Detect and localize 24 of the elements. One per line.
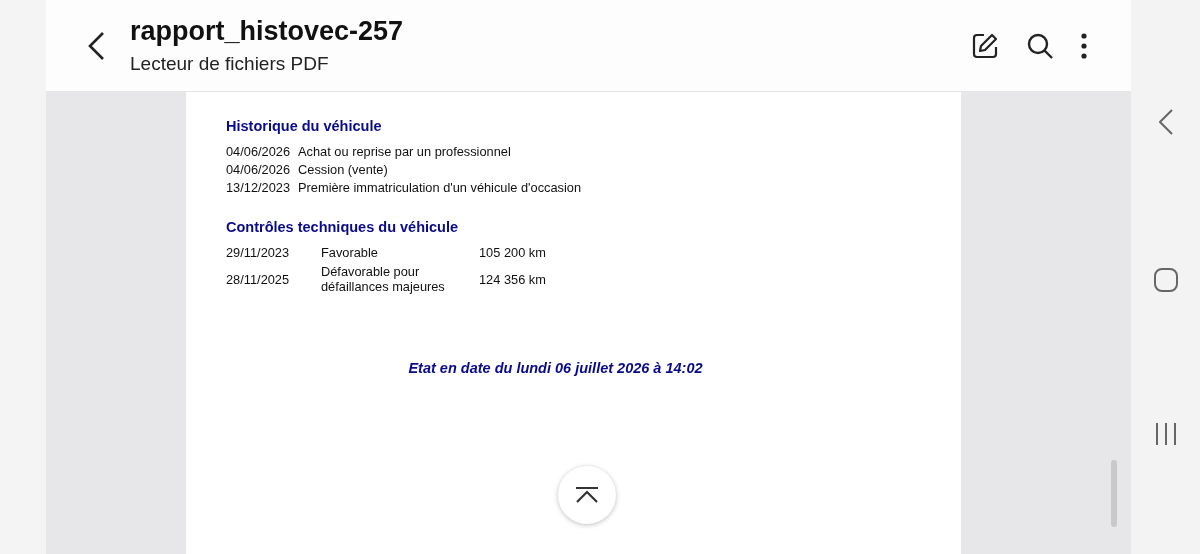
- mileage: 105 200 km: [479, 245, 546, 260]
- event-date: 04/06/2026: [226, 144, 291, 159]
- event-date: 13/12/2023: [226, 180, 291, 195]
- recent-apps-icon[interactable]: [1154, 423, 1177, 445]
- edit-icon[interactable]: [971, 31, 999, 60]
- inspection-date: 28/11/2025: [226, 271, 291, 287]
- section-heading: Historique du véhicule: [226, 118, 383, 134]
- event-description: Achat ou reprise par un professionnel: [298, 144, 512, 159]
- more-options-icon[interactable]: [1081, 32, 1087, 59]
- inspection-result: Favorable: [321, 245, 379, 260]
- section-heading: Contrôles techniques du véhicule: [226, 219, 460, 235]
- search-icon[interactable]: [1026, 31, 1054, 60]
- report-date: Etat en date du lundi 06 juillet 2026 à 14:02: [407, 360, 704, 376]
- document-title: rapport_histovec-257: [130, 16, 405, 47]
- event-description: Cession (vente): [298, 162, 389, 177]
- scroll-top-icon: [575, 486, 599, 504]
- event-date: 04/06/2026: [226, 162, 291, 177]
- inspection-date: 29/11/2023: [226, 245, 291, 260]
- inspection-result: Défavorable pour défaillances majeures: [321, 264, 446, 294]
- home-icon[interactable]: [1153, 268, 1178, 292]
- scrollbar-thumb[interactable]: [1111, 460, 1117, 527]
- app-subtitle: Lecteur de fichiers PDF: [130, 53, 330, 75]
- mileage: 124 356 km: [479, 271, 546, 287]
- event-description: Première immatriculation d'un véhicule d'occasion: [298, 180, 582, 195]
